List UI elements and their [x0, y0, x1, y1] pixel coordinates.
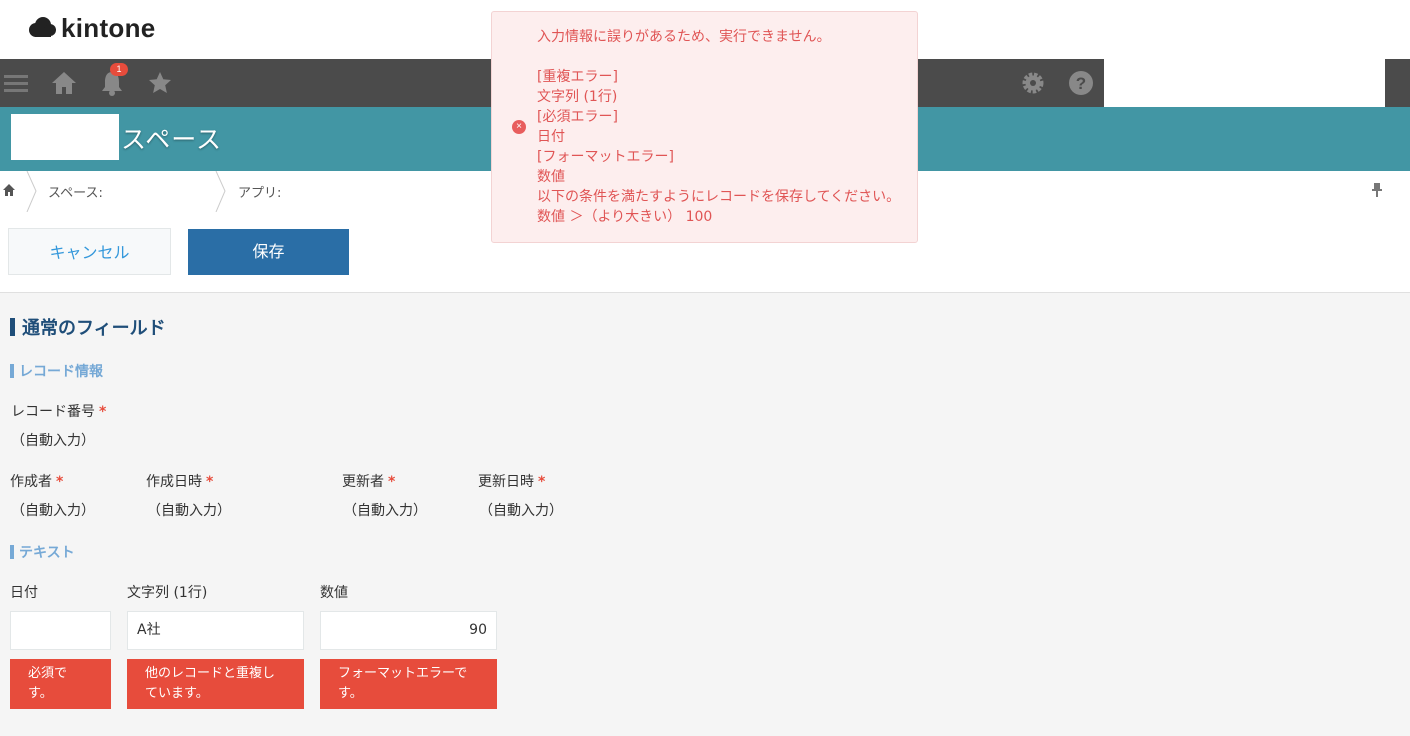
creator-value: （自動入力） — [11, 503, 95, 519]
breadcrumb-home-icon[interactable] — [2, 183, 16, 197]
menu-icon[interactable] — [0, 67, 32, 99]
date-input[interactable] — [10, 611, 111, 650]
kintone-cloud-icon — [29, 17, 56, 37]
alert-line: 数値 — [537, 169, 565, 185]
alert-line: [必須エラー] — [537, 109, 618, 125]
alert-line: [重複エラー] — [537, 69, 618, 85]
star-icon[interactable] — [144, 67, 176, 99]
error-text: 必須で — [28, 666, 68, 681]
updated-at-value: （自動入力） — [479, 503, 563, 519]
record-number-label-text: レコード番号 — [11, 404, 95, 420]
space-title[interactable]: スペース — [121, 120, 222, 156]
breadcrumb-space[interactable]: スペース: — [48, 182, 103, 201]
group-bar — [10, 364, 14, 378]
record-number-value: （自動入力） — [11, 433, 95, 449]
number-field-error: フォーマットエラーで す。 — [320, 659, 497, 709]
error-text: す。 — [28, 686, 53, 701]
date-field-error: 必須で す。 — [10, 659, 111, 709]
breadcrumb-separator — [215, 171, 226, 212]
text-input[interactable]: A社 — [127, 611, 304, 650]
updater-label: 更新者 * — [342, 471, 395, 491]
record-number-label: レコード番号 * — [11, 401, 106, 421]
pin-icon[interactable] — [1370, 182, 1384, 198]
created-at-label: 作成日時 * — [146, 471, 213, 491]
text-field-error: 他のレコードと重複し ています。 — [127, 659, 304, 709]
save-button[interactable]: 保存 — [188, 229, 349, 275]
alert-line: 入力情報に誤りがあるため、実行できません。 — [537, 29, 831, 45]
gear-icon[interactable] — [1017, 67, 1049, 99]
required-mark: * — [99, 404, 107, 420]
alert-line: 数値 ＞（より大きい） 100 — [537, 209, 713, 225]
section-title-bar — [10, 318, 15, 336]
alert-line: 以下の条件を満たすようにレコードを保存してください。 — [537, 189, 901, 205]
record-info-heading: レコード情報 — [10, 361, 103, 381]
required-mark: * — [538, 474, 546, 490]
section-title-text: 通常のフィールド — [22, 318, 166, 339]
error-icon: × — [512, 120, 526, 134]
updater-label-text: 更新者 — [342, 474, 384, 490]
space-icon — [11, 114, 119, 160]
breadcrumb-app[interactable]: アプリ: — [238, 182, 281, 201]
updated-at-label-text: 更新日時 — [478, 474, 534, 490]
record-info-heading-text: レコード情報 — [19, 364, 103, 380]
error-text: フォーマットエラーで — [338, 666, 468, 681]
text-group-heading: テキスト — [10, 542, 75, 562]
creator-label: 作成者 * — [10, 471, 63, 491]
error-text: 他のレコードと重複し — [145, 666, 276, 681]
text-group-heading-text: テキスト — [19, 545, 75, 561]
number-field-label: 数値 — [320, 585, 348, 601]
alert-line: [フォーマットエラー] — [537, 149, 674, 165]
notification-badge: 1 — [110, 63, 128, 76]
error-text: す。 — [338, 686, 363, 701]
alert-line — [537, 47, 900, 67]
date-field-label: 日付 — [10, 585, 38, 601]
user-menu[interactable] — [1104, 59, 1385, 111]
required-mark: * — [56, 474, 64, 490]
brand-name: kintone — [61, 12, 156, 43]
help-icon[interactable]: ? — [1065, 67, 1097, 99]
breadcrumb-separator — [26, 171, 37, 212]
alert-line: 文字列 (1行) — [537, 89, 618, 105]
section-title: 通常のフィールド — [10, 314, 166, 340]
creator-label-text: 作成者 — [10, 474, 52, 490]
text-field-label: 文字列 (1行) — [127, 585, 208, 601]
updater-value: （自動入力） — [343, 503, 427, 519]
created-at-value: （自動入力） — [147, 503, 231, 519]
svg-text:?: ? — [1076, 74, 1086, 93]
created-at-label-text: 作成日時 — [146, 474, 202, 490]
kintone-logo[interactable]: kintone — [27, 12, 156, 44]
number-input[interactable]: 90 — [320, 611, 497, 650]
updated-at-label: 更新日時 * — [478, 471, 545, 491]
error-text: ています。 — [145, 686, 209, 701]
cancel-button[interactable]: キャンセル — [8, 228, 171, 275]
required-mark: * — [388, 474, 396, 490]
error-alert-messages: 入力情報に誤りがあるため、実行できません。 [重複エラー] 文字列 (1行) [… — [537, 27, 900, 227]
group-bar — [10, 545, 14, 559]
required-mark: * — [206, 474, 214, 490]
home-icon[interactable] — [48, 67, 80, 99]
alert-line: 日付 — [537, 129, 565, 145]
